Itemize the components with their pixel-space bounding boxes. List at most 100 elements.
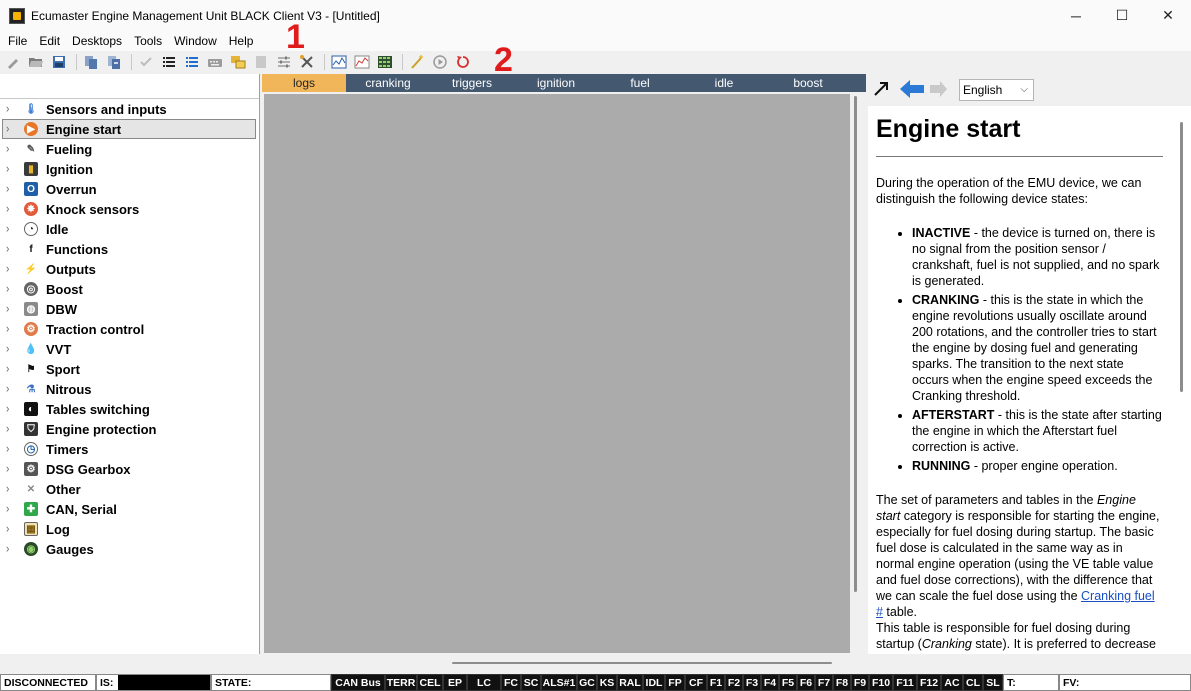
language-select[interactable]: English ⌵ xyxy=(959,79,1034,101)
chevron-right-icon[interactable]: › xyxy=(6,122,16,135)
chevron-right-icon[interactable]: › xyxy=(6,242,16,255)
status-flag-f7: F7 xyxy=(815,674,833,691)
tab-cranking[interactable]: cranking xyxy=(346,74,430,92)
keyboard-icon[interactable] xyxy=(205,52,225,72)
chevron-right-icon[interactable]: › xyxy=(6,262,16,275)
maximize-button[interactable]: ☐ xyxy=(1099,0,1145,31)
tree-item-outputs[interactable]: › ⚡ Outputs xyxy=(0,259,259,279)
chevron-right-icon[interactable]: › xyxy=(6,142,16,155)
copy-config-icon[interactable] xyxy=(81,52,101,72)
back-arrow-icon[interactable] xyxy=(899,79,925,99)
document-icon[interactable] xyxy=(251,52,271,72)
status-flag-gc: GC xyxy=(577,674,597,691)
tree-item-boost[interactable]: › ◎ Boost xyxy=(0,279,259,299)
chevron-right-icon[interactable]: › xyxy=(6,522,16,535)
chevron-right-icon[interactable]: › xyxy=(6,302,16,315)
open-folder-icon[interactable] xyxy=(26,52,46,72)
toolbar-separator xyxy=(402,54,403,70)
chevron-right-icon[interactable]: › xyxy=(6,342,16,355)
table-3d-icon[interactable] xyxy=(375,52,395,72)
compare-config-icon[interactable] xyxy=(104,52,124,72)
chevron-right-icon[interactable]: › xyxy=(6,442,16,455)
list-icon[interactable] xyxy=(159,52,179,72)
tab-triggers[interactable]: triggers xyxy=(430,74,514,92)
menu-window[interactable]: Window xyxy=(168,34,223,48)
tree-item-label: Engine start xyxy=(46,121,122,137)
tree-item-sport[interactable]: › ⚑ Sport xyxy=(0,359,259,379)
tab-fuel[interactable]: fuel xyxy=(598,74,682,92)
tree-item-engine-start[interactable]: › ▶ Engine start xyxy=(2,119,256,139)
chevron-right-icon[interactable]: › xyxy=(6,222,16,235)
tree-item-label: Gauges xyxy=(46,541,94,557)
gearbox-icon: ⚙ xyxy=(24,462,38,476)
chevron-right-icon[interactable]: › xyxy=(6,382,16,395)
save-icon[interactable] xyxy=(49,52,69,72)
tree-list-icon[interactable] xyxy=(182,52,202,72)
state-list: INACTIVE - the device is turned on, ther… xyxy=(912,225,1163,474)
chevron-right-icon[interactable]: › xyxy=(6,322,16,335)
menu-tools[interactable]: Tools xyxy=(128,34,168,48)
tab-ignition[interactable]: ignition xyxy=(514,74,598,92)
tree-item-log[interactable]: › ▦ Log xyxy=(0,519,259,539)
clock-icon: ◷ xyxy=(24,442,38,456)
tree-item-knock-sensors[interactable]: › ✸ Knock sensors xyxy=(0,199,259,219)
tree-item-engine-protection[interactable]: › ⛉ Engine protection xyxy=(0,419,259,439)
help-scrollbar[interactable] xyxy=(1180,122,1183,392)
workspace-vertical-scrollbar[interactable] xyxy=(854,96,857,592)
tree-item-functions[interactable]: › f Functions xyxy=(0,239,259,259)
tree-item-tables-switching[interactable]: › ◐ Tables switching xyxy=(0,399,259,419)
tree-item-vvt[interactable]: › 💧 VVT xyxy=(0,339,259,359)
grid-tables-icon[interactable] xyxy=(228,52,248,72)
chevron-right-icon[interactable]: › xyxy=(6,502,16,515)
check-icon[interactable] xyxy=(136,52,156,72)
tree-item-can-serial[interactable]: › ✚ CAN, Serial xyxy=(0,499,259,519)
chevron-right-icon[interactable]: › xyxy=(6,102,16,115)
menu-desktops[interactable]: Desktops xyxy=(66,34,128,48)
chevron-right-icon[interactable]: › xyxy=(6,542,16,555)
tree-item-label: Boost xyxy=(46,281,83,297)
tree-item-other[interactable]: › ✕ Other xyxy=(0,479,259,499)
chevron-right-icon[interactable]: › xyxy=(6,202,16,215)
chevron-right-icon[interactable]: › xyxy=(6,402,16,415)
chart-log-icon[interactable] xyxy=(329,52,349,72)
chevron-right-icon[interactable]: › xyxy=(6,462,16,475)
tree-item-idle[interactable]: › ◔ Idle xyxy=(0,219,259,239)
tree-item-sensors-and-inputs[interactable]: › 🌡 Sensors and inputs xyxy=(0,99,259,119)
tree-item-fueling[interactable]: › ✎ Fueling xyxy=(0,139,259,159)
tree-item-overrun[interactable]: › O Overrun xyxy=(0,179,259,199)
tree-item-dbw[interactable]: › ◍ DBW xyxy=(0,299,259,319)
tree-item-dsg-gearbox[interactable]: › ⚙ DSG Gearbox xyxy=(0,459,259,479)
chevron-right-icon[interactable]: › xyxy=(6,482,16,495)
chevron-right-icon[interactable]: › xyxy=(6,282,16,295)
gauge-icon: ◉ xyxy=(24,542,38,556)
tab-idle[interactable]: idle xyxy=(682,74,766,92)
new-file-icon[interactable] xyxy=(3,52,23,72)
forward-arrow-icon[interactable] xyxy=(928,79,948,99)
chevron-right-icon[interactable]: › xyxy=(6,362,16,375)
workspace-horizontal-scrollbar[interactable] xyxy=(452,662,832,664)
tree-item-timers[interactable]: › ◷ Timers xyxy=(0,439,259,459)
parameter-tree: › 🌡 Sensors and inputs › ▶ Engine start › ✎ Fuel… xyxy=(0,99,259,559)
expand-arrow-icon[interactable] xyxy=(872,80,890,98)
tree-item-ignition[interactable]: › ▮ Ignition xyxy=(0,159,259,179)
menu-edit[interactable]: Edit xyxy=(33,34,66,48)
menu-file[interactable]: File xyxy=(2,34,33,48)
chevron-right-icon[interactable]: › xyxy=(6,182,16,195)
chart-graph-icon[interactable] xyxy=(352,52,372,72)
workspace-canvas[interactable] xyxy=(264,94,850,653)
state-item-inactive: INACTIVE - the device is turned on, ther… xyxy=(912,225,1163,289)
tab-boost[interactable]: boost xyxy=(766,74,850,92)
tree-item-nitrous[interactable]: › ⚗ Nitrous xyxy=(0,379,259,399)
play-icon[interactable] xyxy=(430,52,450,72)
tree-search-field[interactable] xyxy=(0,74,259,99)
tree-item-traction-control[interactable]: › ⚙ Traction control xyxy=(0,319,259,339)
menu-help[interactable]: Help xyxy=(223,34,260,48)
chevron-right-icon[interactable]: › xyxy=(6,422,16,435)
minimize-button[interactable]: ─ xyxy=(1053,0,1099,31)
reset-icon[interactable] xyxy=(453,52,473,72)
tab-logs[interactable]: logs xyxy=(262,74,346,92)
wand-icon[interactable] xyxy=(407,52,427,72)
tree-item-gauges[interactable]: › ◉ Gauges xyxy=(0,539,259,559)
chevron-right-icon[interactable]: › xyxy=(6,162,16,175)
close-button[interactable]: ✕ xyxy=(1145,0,1191,31)
